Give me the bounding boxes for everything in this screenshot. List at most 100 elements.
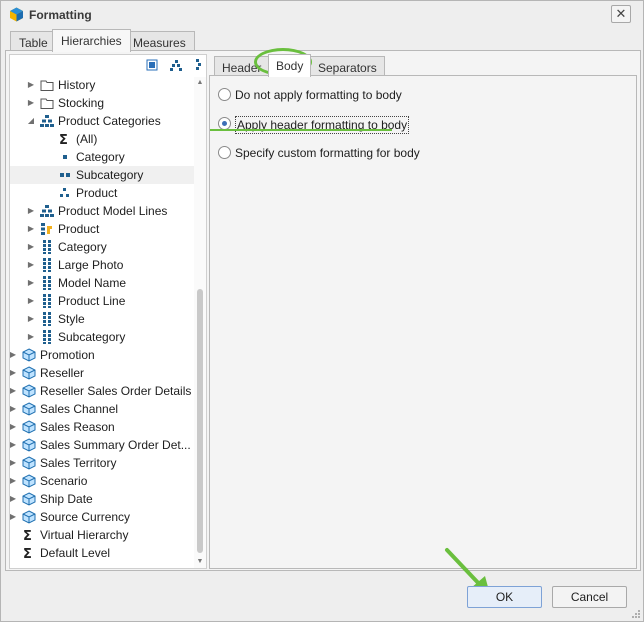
ok-button[interactable]: OK	[467, 586, 542, 608]
option-header-formatting-label: Apply header formatting to body	[235, 116, 410, 134]
tree-item-label: Sales Channel	[40, 402, 119, 416]
expand-arrow-icon[interactable]: ▶	[10, 364, 18, 382]
expand-arrow-icon[interactable]: ▶	[26, 292, 36, 310]
attribute-icon	[43, 258, 51, 272]
tab-measures[interactable]: Measures	[124, 31, 195, 51]
tree-item[interactable]: ▶ History	[10, 76, 194, 94]
expand-arrow-icon[interactable]: ▶	[26, 220, 36, 238]
tree-item[interactable]: ▶ Category	[10, 238, 194, 256]
tree-item[interactable]: ▶ Ship Date	[10, 490, 194, 508]
attribute-icon	[43, 294, 51, 308]
tree-item[interactable]: ▶ Scenario	[10, 472, 194, 490]
tree-item[interactable]: Σ Default Level	[10, 544, 194, 562]
tree-item[interactable]: Category	[10, 148, 194, 166]
levels-icon[interactable]	[192, 59, 204, 71]
expand-arrow-icon[interactable]: ▶	[26, 94, 36, 112]
tree-item-label: Subcategory	[58, 330, 126, 344]
svg-text:Σ: Σ	[23, 547, 32, 560]
tree-item-label: Default Level	[40, 546, 111, 560]
expand-arrow-icon[interactable]: ▶	[26, 76, 36, 94]
close-button[interactable]: ✕	[611, 5, 631, 23]
dimension-icon	[22, 492, 36, 506]
tab-hierarchies[interactable]: Hierarchies	[52, 29, 131, 52]
expand-arrow-icon[interactable]: ▶	[26, 238, 36, 256]
expand-arrow-icon[interactable]: ▶	[26, 310, 36, 328]
tree-item[interactable]: Subcategory	[10, 166, 194, 184]
dimension-icon	[22, 384, 36, 398]
tree-item[interactable]: ▶ Large Photo	[10, 256, 194, 274]
expand-arrow-icon[interactable]: ▶	[10, 436, 18, 454]
tree-item[interactable]: Σ (All)	[10, 130, 194, 148]
expand-hierarchy-icon[interactable]	[170, 59, 182, 71]
expand-arrow-icon[interactable]: ▶	[26, 274, 36, 292]
expand-arrow-icon[interactable]: ▶	[26, 328, 36, 346]
scroll-down-icon[interactable]: ▼	[194, 556, 206, 568]
tree-item[interactable]: Σ Virtual Hierarchy	[10, 526, 194, 544]
select-all-icon[interactable]	[146, 59, 158, 71]
tree-item-label: Product Model Lines	[58, 204, 168, 218]
tab-table[interactable]: Table	[10, 31, 57, 51]
tree-item[interactable]: ▶ Reseller Sales Order Details	[10, 382, 194, 400]
scroll-up-icon[interactable]: ▲	[194, 77, 206, 89]
expand-arrow-icon[interactable]: ▶	[10, 490, 18, 508]
tree-item[interactable]: ◢ Product Categories	[10, 112, 194, 130]
tree-item-label: Sales Territory	[40, 456, 117, 470]
tab-body[interactable]: Body	[268, 54, 312, 77]
tree-item[interactable]: ▶ Style	[10, 310, 194, 328]
expand-arrow-icon[interactable]: ▶	[26, 202, 36, 220]
expand-arrow-icon[interactable]: ▶	[10, 508, 18, 526]
dimension-icon	[22, 348, 36, 362]
expand-arrow-icon[interactable]: ▶	[10, 472, 18, 490]
tree-item-label: Product	[76, 186, 118, 200]
tree-item[interactable]: ▶ Product	[10, 220, 194, 238]
tree-scrollbar[interactable]: ▲ ▼	[194, 77, 206, 568]
tree-item[interactable]: ▶ Product Line	[10, 292, 194, 310]
level-1-icon	[63, 155, 67, 159]
dimension-icon	[22, 420, 36, 434]
tree-item[interactable]: ▶ Sales Territory	[10, 454, 194, 472]
hierarchy-key-icon	[41, 223, 52, 235]
hierarchy-icon	[40, 205, 54, 217]
tree-item-label: Stocking	[58, 96, 105, 110]
tree-item[interactable]: ▶ Source Currency	[10, 508, 194, 526]
tree-item[interactable]: ▶ Sales Channel	[10, 400, 194, 418]
tab-separators[interactable]: Separators	[310, 56, 385, 76]
expand-arrow-icon[interactable]: ▶	[10, 382, 18, 400]
radio-no-formatting[interactable]	[218, 88, 231, 101]
tree-item-label: Model Name	[58, 276, 127, 290]
sigma-icon: Σ	[23, 529, 32, 542]
tree-item[interactable]: ▶ Sales Reason	[10, 418, 194, 436]
expand-arrow-icon[interactable]: ▶	[26, 256, 36, 274]
tree-item[interactable]: ▶ Sales Summary Order Det...	[10, 436, 194, 454]
tree-item-label: Product	[58, 222, 100, 236]
tree-item-label: (All)	[76, 132, 98, 146]
expand-arrow-icon[interactable]: ▶	[10, 346, 18, 364]
expand-arrow-icon[interactable]: ▶	[10, 454, 18, 472]
tree-item[interactable]: ▶ Stocking	[10, 94, 194, 112]
expand-arrow-icon[interactable]: ▶	[10, 400, 18, 418]
tree-item-label: Style	[58, 312, 85, 326]
scroll-thumb[interactable]	[197, 289, 203, 553]
tree-item-label: Sales Summary Order Det...	[40, 438, 191, 452]
expand-arrow-icon[interactable]: ▶	[10, 418, 18, 436]
dimension-icon	[22, 402, 36, 416]
tree-item[interactable]: ▶ Reseller	[10, 364, 194, 382]
option-highlight-underline	[210, 129, 392, 131]
folder-icon	[40, 80, 54, 91]
attribute-icon	[43, 276, 51, 290]
svg-text:Σ: Σ	[59, 133, 68, 146]
tree-item[interactable]: ▶ Subcategory	[10, 328, 194, 346]
collapse-arrow-icon[interactable]: ◢	[26, 112, 36, 130]
option-custom-formatting-label: Specify custom formatting for body	[235, 146, 420, 160]
resize-grip-icon[interactable]	[631, 609, 641, 619]
radio-custom-formatting[interactable]	[218, 146, 231, 159]
tree-item[interactable]: ▶ Promotion	[10, 346, 194, 364]
attribute-icon	[43, 312, 51, 326]
tree-item[interactable]: Product	[10, 184, 194, 202]
hierarchy-tree[interactable]: ▶ History ▶ Stocking ◢ Product Categories Σ (Al…	[9, 54, 207, 569]
attribute-icon	[43, 330, 51, 344]
tree-item[interactable]: ▶ Product Model Lines	[10, 202, 194, 220]
tree-item[interactable]: ▶ Model Name	[10, 274, 194, 292]
tree-item-label: Ship Date	[40, 492, 93, 506]
cancel-button[interactable]: Cancel	[552, 586, 627, 608]
